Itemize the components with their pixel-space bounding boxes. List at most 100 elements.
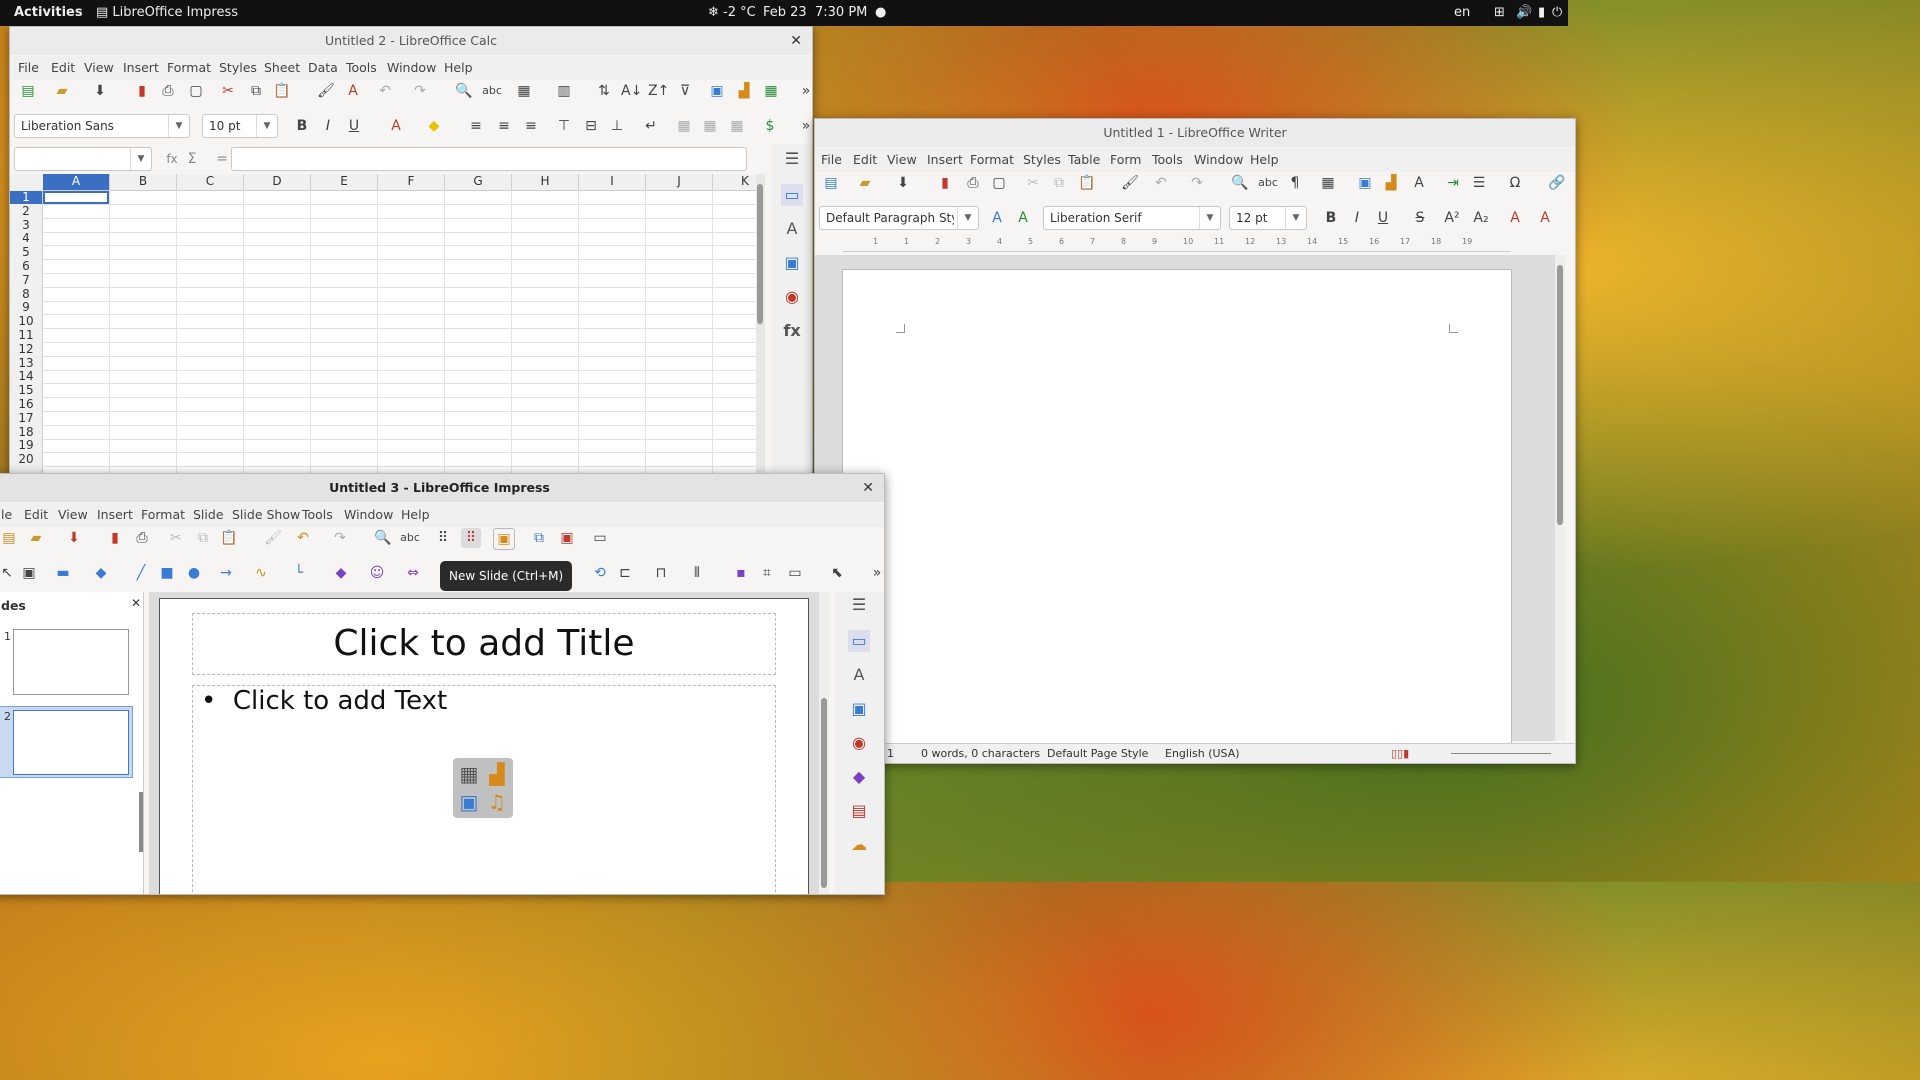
calc-menu-insert[interactable]: Insert xyxy=(123,60,159,75)
calc-menu-tools[interactable]: Tools xyxy=(346,60,377,75)
delete-slide-icon[interactable]: ▣ xyxy=(557,528,577,548)
clone-formatting-icon[interactable]: 🖌 xyxy=(1120,173,1140,193)
spelling-icon[interactable]: abc xyxy=(1258,173,1278,193)
row-header[interactable]: 17 xyxy=(10,411,42,425)
navigator-icon[interactable]: ◉ xyxy=(848,732,870,754)
font-size-combo[interactable]: 10 pt ▼ xyxy=(202,114,278,138)
shapes-icon[interactable]: ◆ xyxy=(848,766,870,788)
column-header[interactable]: G xyxy=(445,174,512,190)
calc-menu-styles[interactable]: Styles xyxy=(219,60,257,75)
helplines-icon[interactable]: ⠿ xyxy=(461,528,481,548)
page-break-icon[interactable]: ⇥ xyxy=(1443,173,1463,193)
chevron-down-icon[interactable]: ▼ xyxy=(1285,207,1306,229)
chevron-down-icon[interactable]: ▼ xyxy=(168,115,189,137)
text-box-icon[interactable]: A xyxy=(1409,173,1429,193)
font-size-combo[interactable]: 12 pt ▼ xyxy=(1229,206,1307,230)
functions-icon[interactable]: fx xyxy=(781,320,803,342)
paste-icon[interactable]: 📋 xyxy=(272,81,292,101)
row-header[interactable]: 5 xyxy=(10,246,42,259)
slide[interactable]: Click to add Title • Click to add Text ▦… xyxy=(159,598,809,894)
row-header[interactable]: 13 xyxy=(10,356,42,370)
redo-icon[interactable]: ↷ xyxy=(330,528,350,548)
calc-menu-file[interactable]: File xyxy=(18,60,39,75)
clear-formatting-icon[interactable]: A xyxy=(1505,208,1525,228)
save-icon[interactable]: ⬇ xyxy=(90,81,110,101)
styles-icon[interactable]: A xyxy=(848,664,870,686)
sort-ascending-icon[interactable]: A↓ xyxy=(621,81,642,101)
distribute-icon[interactable]: ⫴ xyxy=(687,563,707,583)
styles-icon[interactable]: A xyxy=(781,218,803,240)
slide-thumbnail-selected[interactable]: 2 xyxy=(0,706,133,778)
merge-icon[interactable]: ▦ xyxy=(674,116,694,136)
update-style-icon[interactable]: A xyxy=(987,208,1007,228)
writer-menu-help[interactable]: Help xyxy=(1250,152,1279,167)
print-icon[interactable]: ⎙ xyxy=(158,81,178,101)
column-header[interactable]: I xyxy=(579,174,646,190)
curve-icon[interactable]: ∿ xyxy=(251,563,271,583)
insert-field-icon[interactable]: ☰ xyxy=(1469,173,1489,193)
arrow-icon[interactable]: → xyxy=(216,563,236,583)
battery-icon[interactable]: ▮ xyxy=(1538,5,1545,20)
paragraph-style-combo[interactable]: Default Paragraph Style▼ xyxy=(819,206,979,230)
gallery-icon[interactable]: ▣ xyxy=(781,252,803,274)
block-arrows-icon[interactable]: ⇔ xyxy=(403,563,423,583)
subscript-icon[interactable]: A₂ xyxy=(1471,208,1491,228)
document-area[interactable] xyxy=(815,255,1565,751)
number-format-icon[interactable]: $ xyxy=(760,116,780,136)
vertical-scrollbar[interactable] xyxy=(1555,255,1565,741)
insert-chart-icon[interactable]: ▟ xyxy=(734,81,754,101)
ruler[interactable]: 1 1 2 3 4 5 6 7 8 9 10 11 12 13 14 15 16 17 18 19 xyxy=(843,237,1511,252)
row-header[interactable]: 12 xyxy=(10,342,42,356)
spelling-icon[interactable]: abc xyxy=(400,528,420,548)
date-label[interactable]: Feb 23 xyxy=(763,5,807,20)
insert-chart-icon[interactable]: ▟ xyxy=(485,762,509,786)
align-objects-icon[interactable]: ⊏ xyxy=(615,563,635,583)
cut-icon[interactable]: ✂ xyxy=(218,81,238,101)
strikethrough-icon[interactable]: S xyxy=(1410,208,1430,228)
insert-image-icon[interactable]: ▣ xyxy=(1355,173,1375,193)
spreadsheet-grid[interactable]: A B C D E F G H I J K 1 2 3 4 5 6 7 8 9 10 11 12 13 1… xyxy=(10,174,756,477)
special-character-icon[interactable]: Ω xyxy=(1505,173,1525,193)
navigator-icon[interactable]: ◉ xyxy=(781,286,803,308)
more-icon[interactable]: » xyxy=(796,81,812,101)
copy-icon[interactable]: ⧉ xyxy=(1049,173,1069,193)
scrollbar-thumb[interactable] xyxy=(757,184,763,324)
name-box[interactable]: ▼ xyxy=(14,147,152,171)
writer-menu-format[interactable]: Format xyxy=(970,152,1014,167)
line-icon[interactable]: ╱ xyxy=(131,563,151,583)
more-icon[interactable]: » xyxy=(867,563,884,583)
calc-menu-window[interactable]: Window xyxy=(387,60,436,75)
row-icon[interactable]: ▦ xyxy=(514,81,534,101)
insert-audio-video-icon[interactable]: ♫ xyxy=(485,790,509,814)
bold-icon[interactable]: B xyxy=(292,116,312,136)
clone-formatting-icon[interactable]: 🖌 xyxy=(316,81,336,101)
symbol-shapes-icon[interactable]: ☺ xyxy=(367,563,387,583)
save-icon[interactable]: ⬇ xyxy=(64,528,84,548)
grid-icon[interactable]: ⠿ xyxy=(433,528,453,548)
zoom-pan-icon[interactable]: ▣ xyxy=(19,563,39,583)
align-bottom-icon[interactable]: ⊥ xyxy=(607,116,627,136)
row-header[interactable]: 10 xyxy=(10,315,42,328)
impress-menu-window[interactable]: Window xyxy=(344,507,393,522)
pivot-table-icon[interactable]: ▦ xyxy=(761,81,781,101)
word-count[interactable]: 0 words, 0 characters xyxy=(921,747,1040,760)
open-icon[interactable]: ▰ xyxy=(855,173,875,193)
pane-splitter[interactable] xyxy=(139,792,143,852)
impress-close-icon[interactable]: ✕ xyxy=(862,474,874,502)
sort-icon[interactable]: ⇅ xyxy=(594,81,614,101)
writer-menu-form[interactable]: Form xyxy=(1110,152,1142,167)
save-icon[interactable]: ⬇ xyxy=(893,173,913,193)
impress-menu-slide[interactable]: Slide xyxy=(193,507,224,522)
row-header[interactable]: 18 xyxy=(10,425,42,439)
writer-menu-file[interactable]: File xyxy=(821,152,842,167)
slide-transition-icon[interactable]: ▤ xyxy=(848,800,870,822)
more-icon[interactable]: » xyxy=(796,116,812,136)
vertical-scrollbar[interactable] xyxy=(819,592,829,894)
open-icon[interactable]: ▰ xyxy=(52,81,72,101)
document-page[interactable] xyxy=(842,269,1512,751)
writer-menu-view[interactable]: View xyxy=(887,152,917,167)
new-icon[interactable]: ▤ xyxy=(18,81,38,101)
insert-table-icon[interactable]: ▦ xyxy=(1318,173,1338,193)
sort-descending-icon[interactable]: Z↑ xyxy=(648,81,669,101)
row-header[interactable]: 16 xyxy=(10,398,42,411)
